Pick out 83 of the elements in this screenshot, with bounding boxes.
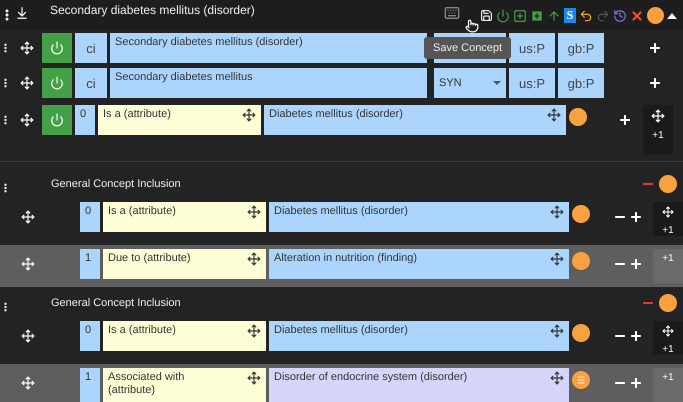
group-cell: 0 [80, 202, 100, 232]
move-icon[interactable] [247, 205, 261, 219]
move-icon[interactable] [20, 76, 34, 90]
term-field[interactable]: Secondary diabetes mellitus (disorder) [110, 33, 427, 63]
active-toggle[interactable] [42, 33, 72, 63]
move-icon[interactable] [550, 252, 564, 266]
status-dot[interactable] [572, 324, 590, 342]
active-toggle[interactable] [42, 105, 72, 135]
section-title: General Concept Inclusion [51, 178, 181, 190]
move-icon[interactable] [550, 205, 564, 219]
relationship-group-count[interactable]: +1 [662, 344, 674, 355]
power-icon [50, 113, 64, 127]
move-icon[interactable] [21, 210, 35, 224]
move-icon[interactable] [20, 113, 34, 127]
group-cell: 0 [75, 105, 95, 135]
move-icon[interactable] [247, 324, 261, 338]
status-dot[interactable] [569, 108, 587, 126]
add-icon[interactable] [629, 329, 643, 343]
status-dot[interactable] [572, 252, 590, 270]
attribute-field[interactable]: Is a (attribute) [103, 321, 266, 351]
group-cell: 1 [80, 249, 100, 279]
active-toggle[interactable] [42, 68, 72, 98]
attribute-field[interactable]: Is a (attribute) [98, 105, 261, 135]
concept-title: Secondary diabetes mellitus (disorder) [50, 3, 255, 17]
export-icon[interactable] [15, 6, 29, 20]
acceptability-field[interactable]: gb:P [558, 68, 604, 98]
move-icon[interactable] [242, 108, 256, 122]
relationship-group-count[interactable]: +1 [662, 372, 674, 383]
tooltip: Save Concept [424, 37, 512, 59]
target-concept-field[interactable]: Diabetes mellitus (disorder) [264, 105, 566, 135]
s-badge[interactable]: S [564, 8, 576, 23]
keyboard-icon[interactable] [444, 5, 460, 21]
move-icon[interactable] [661, 206, 675, 218]
move-icon[interactable] [247, 371, 261, 385]
move-icon[interactable] [21, 257, 35, 271]
add-icon[interactable] [629, 210, 643, 224]
move-icon[interactable] [20, 41, 34, 55]
term-field[interactable]: Secondary diabetes mellitus [110, 68, 427, 98]
move-icon[interactable] [21, 329, 35, 343]
attribute-field[interactable]: Due to (attribute) [103, 249, 266, 279]
target-concept-field[interactable]: Disorder of endocrine system (disorder) [269, 368, 569, 402]
case-cell[interactable]: ci [75, 33, 107, 63]
acceptability-field[interactable]: us:P [509, 33, 555, 63]
relationship-group-count[interactable]: +1 [662, 253, 674, 264]
attribute-field[interactable]: Associated with (attribute) [103, 368, 266, 402]
power-icon [50, 76, 64, 90]
target-concept-field[interactable]: Diabetes mellitus (disorder) [269, 202, 569, 232]
collapse-button[interactable] [667, 12, 677, 18]
relationship-group-count[interactable]: +1 [652, 130, 664, 141]
group-cell: 0 [80, 321, 100, 351]
add-icon[interactable] [648, 41, 662, 55]
target-concept-field[interactable]: Alteration in nutrition (finding) [269, 249, 569, 279]
type-select[interactable]: SYN [434, 68, 506, 98]
move-icon[interactable] [550, 371, 564, 385]
move-icon[interactable] [247, 252, 261, 266]
acceptability-field[interactable]: us:P [509, 68, 555, 98]
target-concept-field[interactable]: Diabetes mellitus (disorder) [269, 321, 569, 351]
status-dot[interactable] [572, 205, 590, 223]
acceptability-field[interactable]: gb:P [558, 33, 604, 63]
case-cell[interactable]: ci [75, 68, 107, 98]
power-icon [50, 41, 64, 55]
status-dot[interactable] [647, 7, 664, 24]
section-title: General Concept Inclusion [51, 297, 181, 309]
close-icon[interactable] [630, 8, 644, 22]
save-icon[interactable] [480, 9, 493, 22]
move-icon[interactable] [21, 376, 35, 390]
status-dot[interactable] [659, 294, 677, 312]
relationship-group-count[interactable]: +1 [662, 225, 674, 236]
move-icon[interactable] [651, 109, 665, 123]
move-icon[interactable] [547, 108, 561, 122]
undo-icon[interactable] [579, 8, 593, 22]
add-icon[interactable] [629, 257, 643, 271]
status-dot[interactable] [659, 175, 677, 193]
power-icon[interactable] [496, 8, 510, 22]
group-cell: 1 [80, 368, 100, 402]
move-icon[interactable] [661, 325, 675, 337]
attribute-field[interactable]: Is a (attribute) [103, 202, 266, 232]
history-icon[interactable] [613, 8, 627, 22]
add-icon[interactable] [629, 376, 643, 390]
move-icon[interactable] [550, 324, 564, 338]
status-dot[interactable] [572, 371, 590, 389]
add-icon[interactable] [618, 113, 632, 127]
add-icon[interactable] [648, 76, 662, 90]
